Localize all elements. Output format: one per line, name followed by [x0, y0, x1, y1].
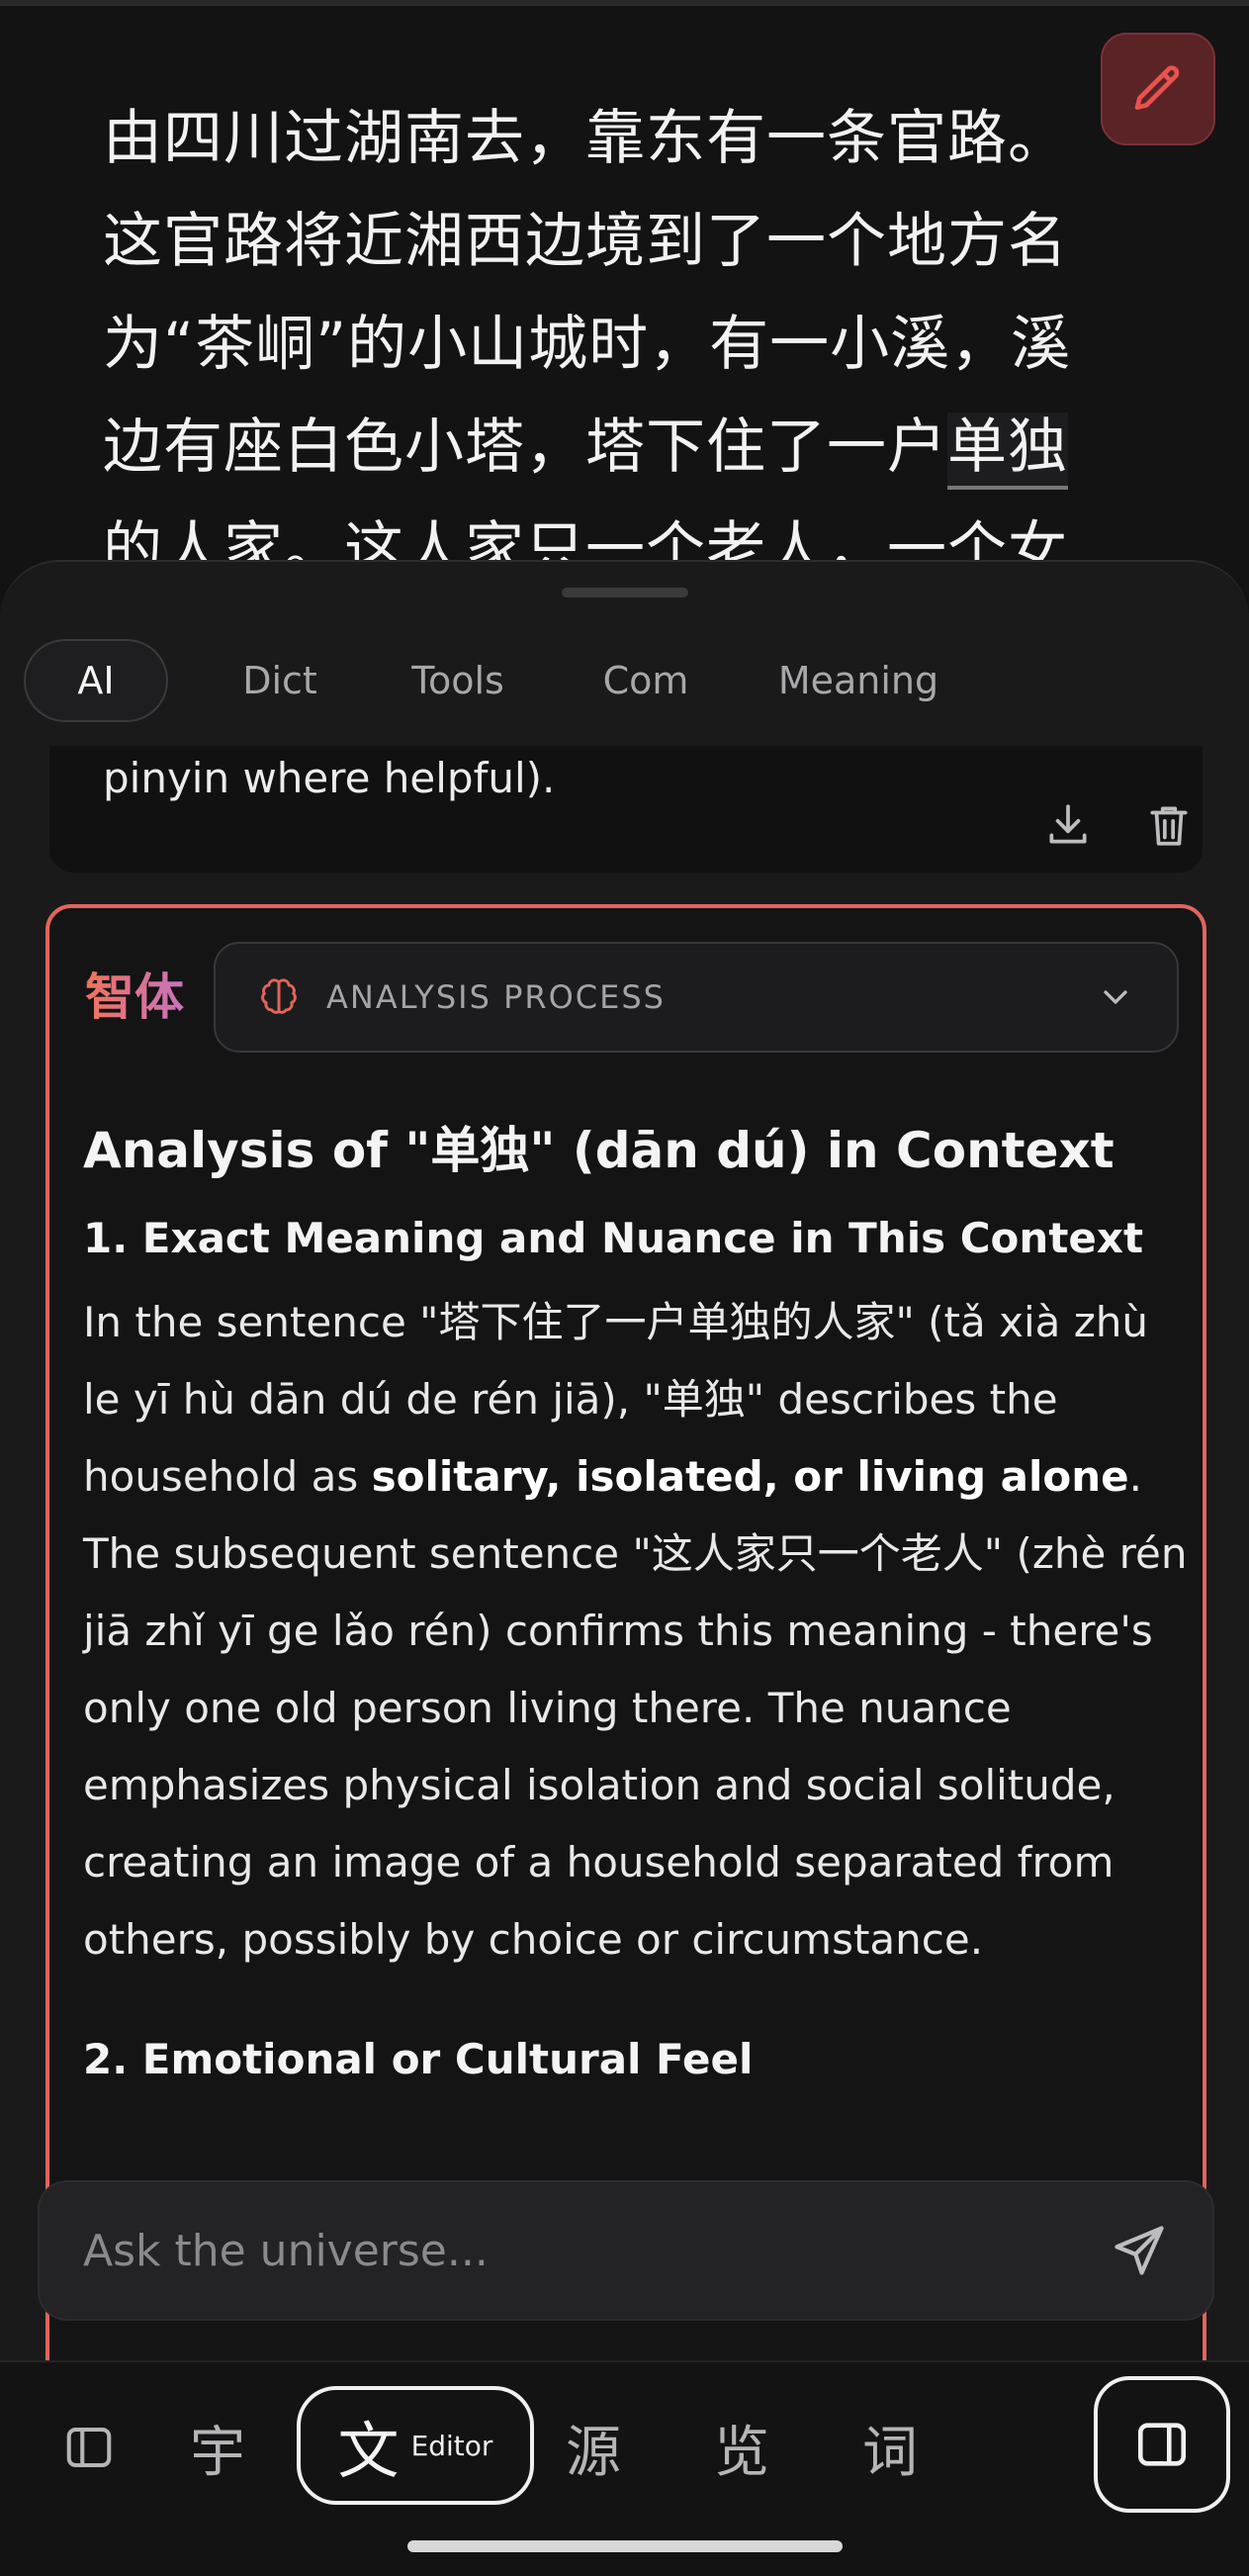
analysis-process-label: ANALYSIS PROCESS — [326, 978, 666, 1016]
analysis-paragraph: In the sentence "塔下住了一户单独的人家" (tǎ xià zh… — [83, 1284, 1191, 1978]
reader-line: 由四川过湖南去，靠东有一条官路。 — [103, 104, 1068, 173]
nav-zi[interactable]: 宇 — [178, 2392, 257, 2503]
analysis-heading: Analysis of "单独" (dān dú) in Context — [83, 1122, 1115, 1179]
reader-line: 为“茶峒”的小山城时，有一小溪，溪 — [103, 310, 1072, 379]
analysis-content: Analysis of "单独" (dān dú) in Context 1. … — [83, 1116, 1191, 2089]
ask-input[interactable]: Ask the universe... — [83, 2226, 1110, 2276]
trash-icon — [1150, 806, 1188, 846]
download-icon — [1049, 804, 1087, 844]
tab-tools[interactable]: Tools — [374, 639, 542, 722]
paragraph-text: . The subsequent sentence "这人家只一个老人" (zh… — [83, 1452, 1188, 1964]
download-button[interactable] — [1040, 797, 1096, 853]
tab-meaning[interactable]: Meaning — [759, 639, 957, 722]
section-heading: 2. Emotional or Cultural Feel — [83, 2035, 754, 2083]
send-icon[interactable] — [1110, 2221, 1169, 2280]
selected-word[interactable]: 单独 — [947, 413, 1068, 490]
brain-icon — [261, 978, 297, 1014]
ai-logo: 智体 — [85, 958, 184, 1029]
bottom-sheet: AI Dict Tools Com Meaning pinyin where h… — [0, 560, 1249, 2360]
reader-line: 这官路将近湘西边境到了一个地方名 — [103, 207, 1068, 276]
sidebar-right-icon — [1137, 2423, 1187, 2466]
status-divider — [0, 0, 1249, 6]
reader-line: 的人家。这人家只一个老人，一个女 — [103, 515, 1068, 562]
nav-lan[interactable]: 览 — [702, 2392, 781, 2503]
delete-button[interactable] — [1141, 797, 1197, 853]
tab-dict[interactable]: Dict — [198, 639, 362, 722]
home-indicator — [407, 2540, 843, 2552]
section-heading: 1. Exact Meaning and Nuance in This Cont… — [83, 1214, 1144, 1262]
sidebar-left-icon — [66, 2427, 112, 2468]
reading-text: 由四川过湖南去，靠东有一条官路。 这官路将近湘西边境到了一个地方名 为“茶峒”的… — [103, 87, 1151, 562]
reader-line-text: 边有座白色小塔，塔下住了一户 — [103, 413, 947, 482]
ask-input-bar[interactable]: Ask the universe... — [38, 2180, 1214, 2321]
nav-editor-label: Editor — [410, 2429, 493, 2462]
sidebar-left-button[interactable] — [49, 2392, 129, 2503]
tab-ai[interactable]: AI — [24, 639, 168, 722]
paragraph-bold-text: solitary, isolated, or living alone — [371, 1452, 1129, 1501]
sheet-drag-handle[interactable] — [562, 588, 688, 598]
nav-editor[interactable]: 文 Editor — [297, 2386, 534, 2505]
sidebar-right-button[interactable] — [1094, 2376, 1230, 2513]
previous-message-text: pinyin where helpful). — [103, 754, 556, 802]
edit-button[interactable] — [1101, 33, 1215, 145]
reader-line: 边有座白色小塔，塔下住了一户单独 — [103, 396, 1151, 499]
nav-editor-glyph: 文 — [337, 2415, 400, 2487]
pencil-icon — [1134, 65, 1180, 110]
chevron-down-icon — [1104, 990, 1127, 1004]
nav-yuan[interactable]: 源 — [554, 2392, 633, 2503]
analysis-process-toggle[interactable]: ANALYSIS PROCESS — [214, 942, 1179, 1053]
tab-bar: AI Dict Tools Com Meaning — [24, 639, 957, 722]
tab-com[interactable]: Com — [572, 639, 720, 722]
ai-response-card: 智体 ANALYSIS PROCESS Analysis of "单独" (dā… — [45, 904, 1206, 2360]
nav-ci[interactable]: 词 — [850, 2392, 930, 2503]
